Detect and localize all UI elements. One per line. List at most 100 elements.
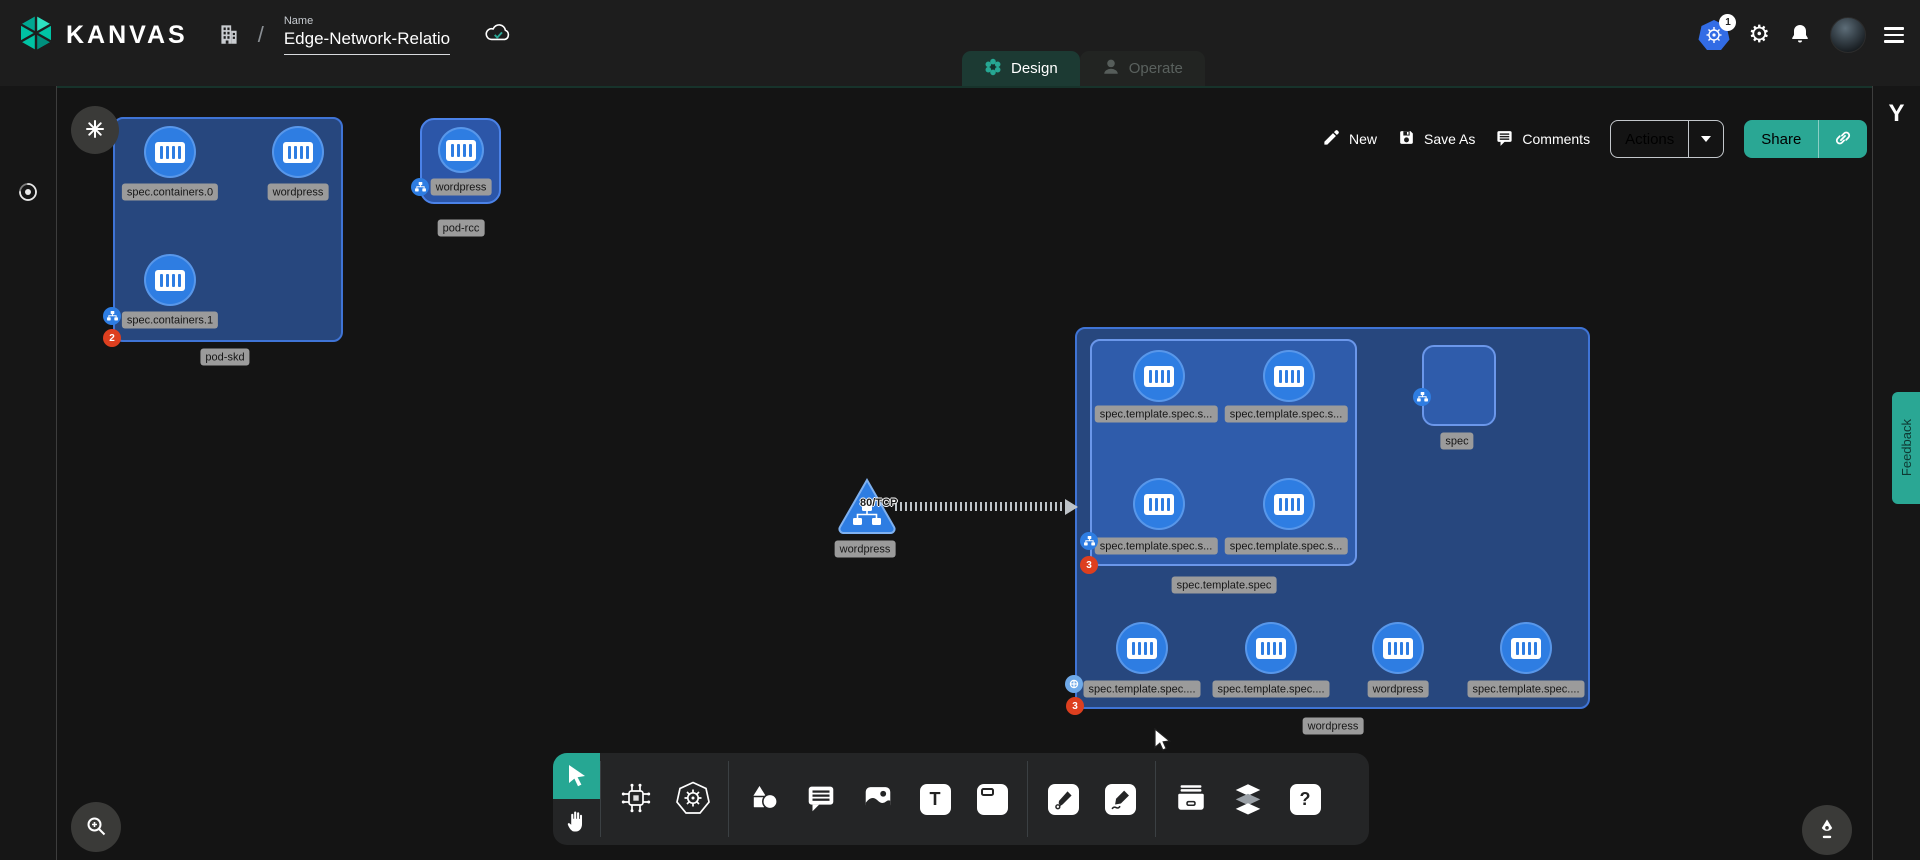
share-button[interactable]: Share (1744, 120, 1818, 158)
image-tool-button[interactable] (860, 781, 896, 817)
group-label: pod-skd (200, 349, 249, 366)
container-node[interactable] (272, 126, 324, 178)
tab-operate[interactable]: Operate (1080, 51, 1205, 86)
node-label: wordpress (431, 179, 492, 196)
sitemap-badge-icon (103, 307, 121, 325)
drawer-button[interactable] (1173, 781, 1209, 817)
share-link-icon (1833, 128, 1853, 151)
pen-mode-button[interactable] (1802, 805, 1852, 855)
container-icon (446, 140, 476, 161)
container-icon (1144, 366, 1174, 387)
design-name-field[interactable]: Name Edge-Network-Relatio (284, 15, 450, 55)
header-right-cluster: 1 ⚙ (1698, 0, 1904, 70)
layers-button[interactable] (1230, 781, 1266, 817)
layer5-y-logo: Y (1888, 100, 1904, 128)
container-node[interactable] (1116, 622, 1168, 674)
design-name-input[interactable]: Edge-Network-Relatio (284, 29, 450, 55)
integrations-button[interactable] (618, 781, 654, 817)
error-count-badge[interactable]: 3 (1066, 697, 1084, 715)
zoom-search-button[interactable] (71, 802, 121, 852)
container-node[interactable] (144, 126, 196, 178)
select-tool-button[interactable] (553, 753, 600, 799)
container-icon (1144, 494, 1174, 515)
actions-button[interactable]: Actions (1611, 121, 1688, 157)
save-floppy-icon (1397, 128, 1416, 150)
comment-tool-button[interactable] (803, 781, 839, 817)
save-as-button[interactable]: Save As (1397, 128, 1475, 150)
node-label: spec.template.spec.... (1213, 681, 1330, 698)
container-icon (1511, 638, 1541, 659)
comments-button[interactable]: Comments (1495, 128, 1590, 150)
error-count-badge[interactable]: 3 (1080, 556, 1098, 574)
kubernetes-components-button[interactable] (675, 781, 711, 817)
zoom-magnifier-icon (84, 814, 108, 841)
kubernetes-helm-icon (675, 780, 711, 819)
note-tool-button[interactable] (974, 781, 1010, 817)
drawer-archive-icon (1174, 781, 1208, 818)
container-node[interactable] (144, 254, 196, 306)
save-cloud-check-icon (484, 22, 514, 49)
replica-badge-icon (1065, 675, 1083, 693)
notifications-bell-icon (1788, 34, 1812, 49)
new-design-button[interactable]: New (1322, 128, 1377, 150)
container-icon (155, 270, 185, 291)
container-icon (283, 142, 313, 163)
text-tool-button[interactable]: T (917, 781, 953, 817)
container-icon (1383, 638, 1413, 659)
shapes-icon (746, 780, 782, 819)
container-icon (1127, 638, 1157, 659)
pan-tool-button[interactable] (553, 799, 600, 845)
kubernetes-context-button[interactable]: 1 (1698, 19, 1730, 51)
menu-hamburger-button[interactable] (1884, 27, 1904, 42)
container-node[interactable] (1133, 478, 1185, 530)
user-avatar[interactable] (1830, 17, 1866, 53)
hamburger-bar (1884, 27, 1904, 29)
node-label: spec.containers.1 (122, 312, 218, 329)
service-edge[interactable] (895, 502, 1067, 511)
sync-status-button[interactable] (18, 182, 38, 205)
edge-pen-button[interactable] (1045, 781, 1081, 817)
node-label: wordpress (1368, 681, 1429, 698)
help-question-icon: ? (1290, 784, 1321, 815)
tab-design-label: Design (1011, 60, 1058, 77)
comments-bubble-icon (1495, 128, 1514, 150)
sync-spiral-icon (18, 190, 38, 205)
canvas-toolbar: T (553, 753, 1369, 845)
container-node[interactable] (438, 127, 484, 173)
container-node[interactable] (1263, 350, 1315, 402)
freehand-pen-button[interactable] (1102, 781, 1138, 817)
notifications-button[interactable] (1788, 22, 1812, 49)
container-icon (155, 142, 185, 163)
help-button[interactable]: ? (1287, 781, 1323, 817)
container-node[interactable] (1500, 622, 1552, 674)
sitemap-badge-icon (1413, 388, 1431, 406)
tab-operate-label: Operate (1129, 60, 1183, 77)
container-node[interactable] (1245, 622, 1297, 674)
feedback-tab[interactable]: Feedback (1892, 392, 1920, 504)
shapes-tool-button[interactable] (746, 781, 782, 817)
settings-gear-icon: ⚙ (1748, 21, 1770, 48)
actions-dropdown-button[interactable] (1689, 121, 1723, 157)
mode-tabs: Design Operate (962, 51, 1205, 86)
template-spec-group[interactable] (1090, 339, 1357, 566)
node-label: spec.template.spec.s... (1095, 406, 1218, 423)
error-count-badge[interactable]: 2 (103, 329, 121, 347)
group-label: wordpress (1303, 718, 1364, 735)
node-label: pod-rcc (438, 220, 485, 237)
tab-design[interactable]: Design (962, 51, 1080, 86)
container-node[interactable] (1133, 350, 1185, 402)
group-label: spec.template.spec (1172, 577, 1277, 594)
spec-node[interactable] (1422, 345, 1496, 426)
settings-button[interactable]: ⚙ (1748, 23, 1770, 47)
copy-link-button[interactable] (1819, 120, 1867, 158)
node-label: spec.template.spec.s... (1225, 406, 1348, 423)
feedback-label: Feedback (1899, 419, 1914, 476)
container-node[interactable] (1263, 478, 1315, 530)
kanvas-logo[interactable]: KANVAS (16, 13, 188, 58)
organization-button[interactable] (216, 21, 242, 50)
header-row: KANVAS (0, 0, 1920, 70)
container-node[interactable] (1372, 622, 1424, 674)
node-label: spec.containers.0 (122, 184, 218, 201)
node-label: spec.template.spec.... (1084, 681, 1201, 698)
dock-toggle-button[interactable] (71, 106, 119, 154)
